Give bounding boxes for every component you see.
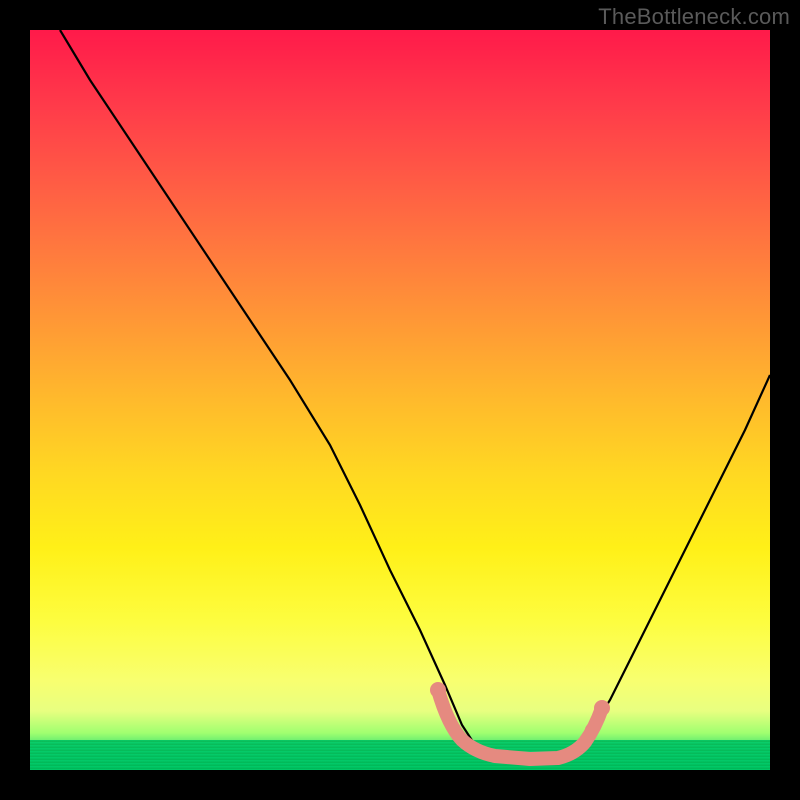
bottleneck-curve-path xyxy=(60,30,770,760)
plot-area xyxy=(30,30,770,770)
highlight-dot-left xyxy=(430,682,446,698)
highlight-dot-right xyxy=(594,700,610,716)
curve-svg xyxy=(30,30,770,770)
highlight-dot-right2 xyxy=(585,723,599,737)
chart-frame: TheBottleneck.com xyxy=(0,0,800,800)
watermark-text: TheBottleneck.com xyxy=(598,4,790,30)
